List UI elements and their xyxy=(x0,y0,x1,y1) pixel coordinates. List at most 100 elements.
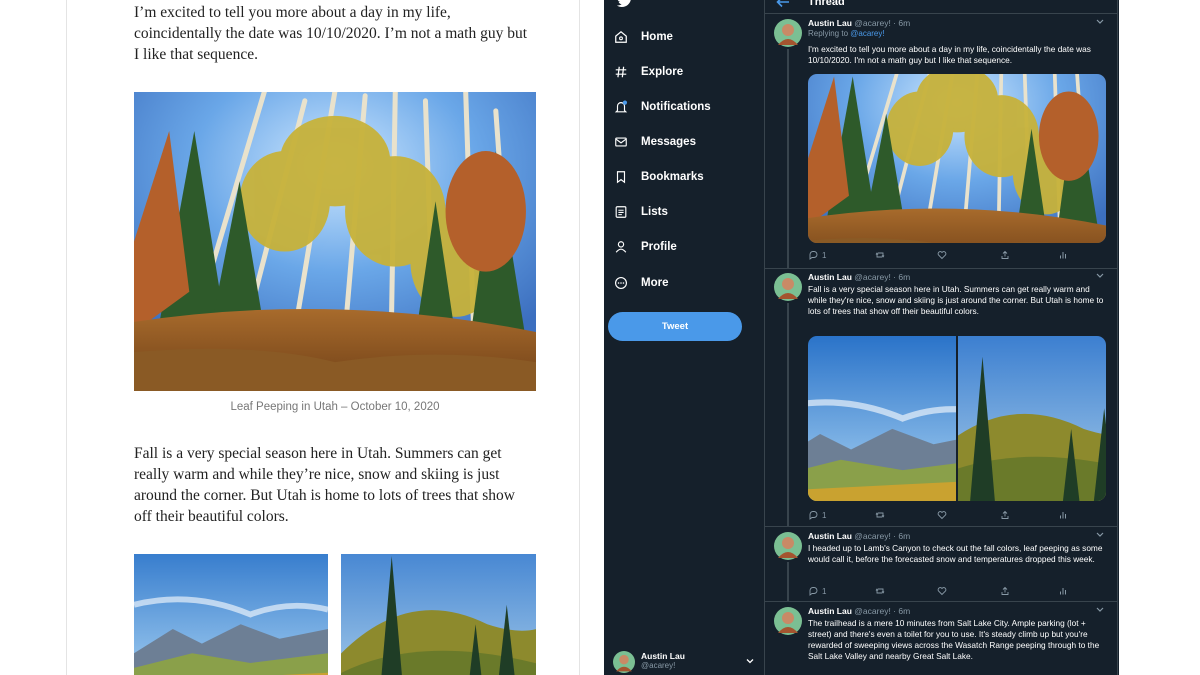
account-name: Austin Lau xyxy=(641,651,685,661)
nav-bookmarks-label: Bookmarks xyxy=(641,171,704,183)
nav-profile-label: Profile xyxy=(641,241,677,253)
account-handle: @acarey! xyxy=(641,661,676,670)
analytics-button[interactable] xyxy=(1058,585,1068,597)
retweet-icon xyxy=(875,512,885,518)
analytics-icon xyxy=(1059,512,1066,519)
tweet-header: Austin Lau @acarey! · 6m xyxy=(808,272,910,282)
analytics-button[interactable] xyxy=(1058,249,1068,261)
account-switcher[interactable]: Austin Lau @acarey! xyxy=(613,651,755,675)
tweet-media-photo[interactable] xyxy=(808,74,1106,243)
avatar xyxy=(613,651,635,673)
tweet-media-photo[interactable] xyxy=(808,336,956,501)
tweet-media-photo[interactable] xyxy=(958,336,1106,501)
tweet-author-handle: @acarey! · 6m xyxy=(854,606,911,616)
share-button[interactable] xyxy=(1000,249,1010,261)
like-button[interactable] xyxy=(937,585,951,597)
envelope-icon xyxy=(613,134,629,150)
avatar xyxy=(774,19,802,47)
tweet-author-name: Austin Lau xyxy=(808,531,852,541)
nav-messages-label: Messages xyxy=(641,136,696,148)
retweet-button[interactable] xyxy=(875,585,889,597)
twitter-sidebar: Home Explore Notifications Messages Book… xyxy=(604,0,764,675)
twitter-app: Home Explore Notifications Messages Book… xyxy=(604,0,1119,675)
blog-paragraph-fall: Fall is a very special season here in Ut… xyxy=(134,445,515,525)
nav-explore[interactable]: Explore xyxy=(604,60,754,84)
tweet[interactable]: Austin Lau @acarey! · 6m The trailhead i… xyxy=(765,603,1117,675)
chevron-down-icon[interactable] xyxy=(1095,272,1105,280)
nav-notifications-label: Notifications xyxy=(641,101,711,113)
photo-caption: Leaf Peeping in Utah – October 10, 2020 xyxy=(230,401,440,413)
nav-notifications[interactable]: Notifications xyxy=(604,95,754,119)
list-icon xyxy=(613,204,629,220)
tweet[interactable]: Austin Lau @acarey! · 6m Fall is a very … xyxy=(765,269,1117,527)
heart-icon xyxy=(937,251,947,260)
tweet-author-name: Austin Lau xyxy=(808,18,852,28)
thread-connector xyxy=(787,303,789,527)
twitter-bird-icon[interactable] xyxy=(616,0,634,8)
thread-header: Thread xyxy=(765,0,1117,14)
nav-home[interactable]: Home xyxy=(604,25,754,49)
nav-messages[interactable]: Messages xyxy=(604,130,754,154)
thread-timeline: Thread Austin Lau @acarey! · 6m Replying… xyxy=(764,0,1118,675)
avatar xyxy=(774,532,802,560)
replying-to: Replying to @acarey! xyxy=(808,29,885,38)
more-circle-icon xyxy=(613,275,629,291)
mountain-valley-photo xyxy=(134,554,328,675)
reply-button[interactable]: 1 xyxy=(808,249,826,261)
share-icon xyxy=(1001,510,1009,519)
blog-paragraph-intro: I’m excited to tell you more about a day… xyxy=(134,4,528,63)
nav-lists[interactable]: Lists xyxy=(604,200,754,224)
nav-more[interactable]: More xyxy=(604,271,754,295)
retweet-button[interactable] xyxy=(875,249,889,261)
like-button[interactable] xyxy=(937,249,951,261)
nav-more-label: More xyxy=(641,277,669,289)
thread-title: Thread xyxy=(808,0,845,8)
tweet-author-name: Austin Lau xyxy=(808,606,852,616)
chevron-down-icon[interactable] xyxy=(1095,606,1105,614)
bookmark-icon xyxy=(613,169,629,185)
tweet[interactable]: Austin Lau @acarey! · 6m Replying to @ac… xyxy=(765,15,1117,269)
avatar xyxy=(774,607,802,635)
reply-button[interactable]: 1 xyxy=(808,585,826,597)
heart-icon xyxy=(937,587,947,596)
home-icon xyxy=(613,29,629,45)
chevron-down-icon[interactable] xyxy=(1095,18,1105,26)
hillside-trees-photo xyxy=(341,554,536,675)
tweet-actions: 1 xyxy=(808,249,1068,261)
reply-icon xyxy=(809,511,818,520)
tweet-author-handle: @acarey! · 6m xyxy=(854,18,911,28)
share-button[interactable] xyxy=(1000,509,1010,521)
reply-button[interactable]: 1 xyxy=(808,509,826,521)
analytics-button[interactable] xyxy=(1058,509,1068,521)
tweet-button[interactable]: Tweet xyxy=(608,312,742,341)
bell-icon xyxy=(613,99,629,115)
like-button[interactable] xyxy=(937,509,951,521)
analytics-icon xyxy=(1059,588,1066,595)
blog-post: I’m excited to tell you more about a day… xyxy=(66,0,580,675)
thread-connector xyxy=(787,562,789,602)
nav-profile[interactable]: Profile xyxy=(604,235,754,259)
nav-home-label: Home xyxy=(641,31,673,43)
heart-icon xyxy=(937,511,947,520)
tweet-media-gallery[interactable] xyxy=(808,336,1106,501)
chevron-down-icon[interactable] xyxy=(1095,531,1105,539)
tweet-header: Austin Lau @acarey! · 6m xyxy=(808,606,910,616)
hashtag-icon xyxy=(613,64,629,80)
share-icon xyxy=(1001,250,1009,259)
reply-icon xyxy=(809,587,818,596)
tweet-actions: 1 xyxy=(808,509,1068,521)
back-arrow-icon[interactable] xyxy=(776,0,790,8)
nav-lists-label: Lists xyxy=(641,206,668,218)
replying-to-link[interactable]: @acarey! xyxy=(850,29,884,38)
nav-bookmarks[interactable]: Bookmarks xyxy=(604,165,754,189)
tweet-actions: 1 xyxy=(808,585,1068,597)
tweet[interactable]: Austin Lau @acarey! · 6m I headed up to … xyxy=(765,528,1117,602)
retweet-icon xyxy=(875,252,885,258)
share-button[interactable] xyxy=(1000,585,1010,597)
tweet-text: I'm excited to tell you more about a day… xyxy=(808,44,1091,65)
retweet-button[interactable] xyxy=(875,509,889,521)
share-icon xyxy=(1001,586,1009,595)
tweet-author-handle: @acarey! · 6m xyxy=(854,272,911,282)
avatar xyxy=(774,273,802,301)
tweet-author-name: Austin Lau xyxy=(808,272,852,282)
